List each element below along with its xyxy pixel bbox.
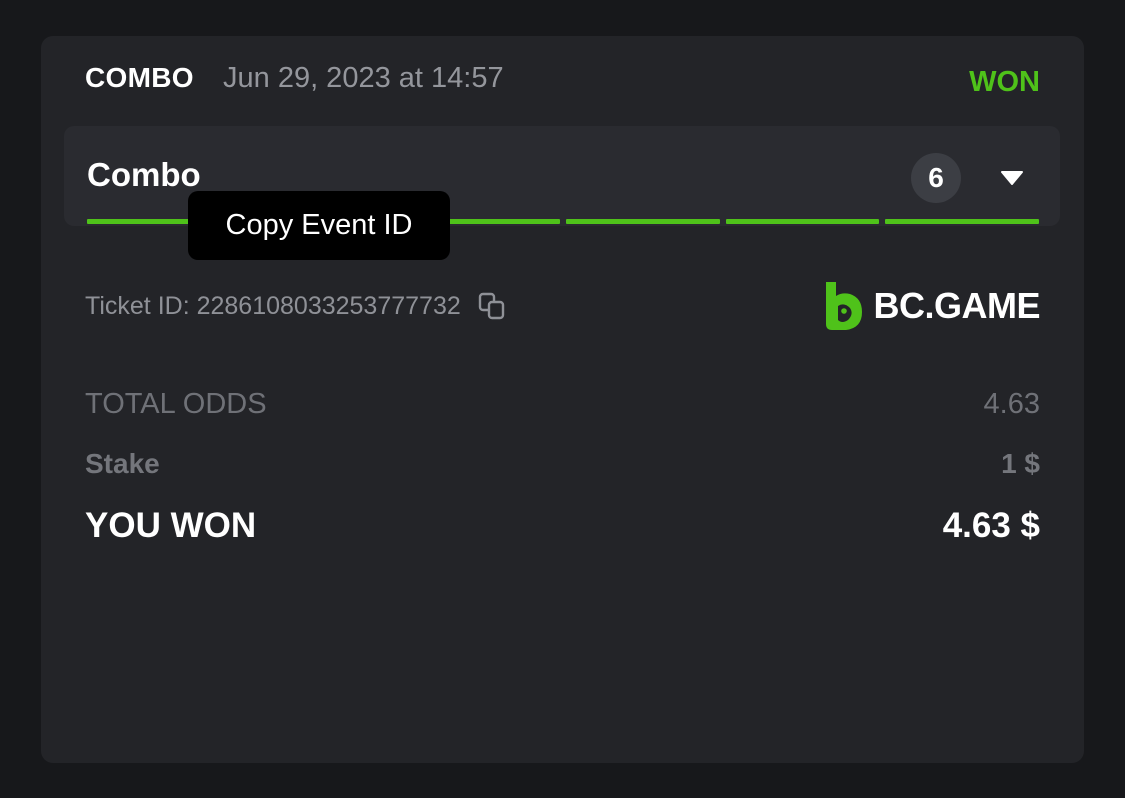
- copy-icon[interactable]: [477, 291, 507, 321]
- leg-segment-5: [725, 219, 880, 224]
- leg-segment-4: [566, 219, 720, 224]
- total-odds-row: TOTAL ODDS 4.63: [85, 388, 1040, 421]
- bet-card: COMBO Jun 29, 2023 at 14:57 WON Combo 6 …: [41, 36, 1084, 763]
- stake-value: 1 $: [1001, 448, 1040, 479]
- payout-value: 4.63 $: [942, 506, 1040, 545]
- total-odds-value: 4.63: [983, 388, 1040, 420]
- stake-label: Stake: [85, 448, 160, 479]
- ticket-id-row: Ticket ID: 2286108033253777732: [85, 291, 507, 321]
- status-badge: WON: [969, 66, 1040, 98]
- bc-game-logo-icon: [825, 282, 862, 330]
- payout-label: YOU WON: [85, 506, 257, 545]
- total-odds-label: TOTAL ODDS: [85, 388, 267, 420]
- bet-type-label: COMBO: [85, 62, 194, 93]
- leg-segment-6: [885, 219, 1040, 224]
- payout-row: YOU WON 4.63 $: [85, 506, 1040, 546]
- bc-game-logo: BC.GAME: [822, 280, 1041, 332]
- bet-date: Jun 29, 2023 at 14:57: [223, 62, 504, 94]
- combo-title: Combo: [87, 156, 201, 193]
- ticket-id-label: Ticket ID: 2286108033253777732: [85, 291, 461, 320]
- selection-count-badge: 6: [911, 153, 961, 203]
- stake-row: Stake 1 $: [85, 448, 1040, 480]
- logo-text: BC.GAME: [873, 285, 1041, 326]
- chevron-down-icon[interactable]: [1000, 169, 1024, 187]
- copy-event-id-tooltip: Copy Event ID: [188, 191, 450, 260]
